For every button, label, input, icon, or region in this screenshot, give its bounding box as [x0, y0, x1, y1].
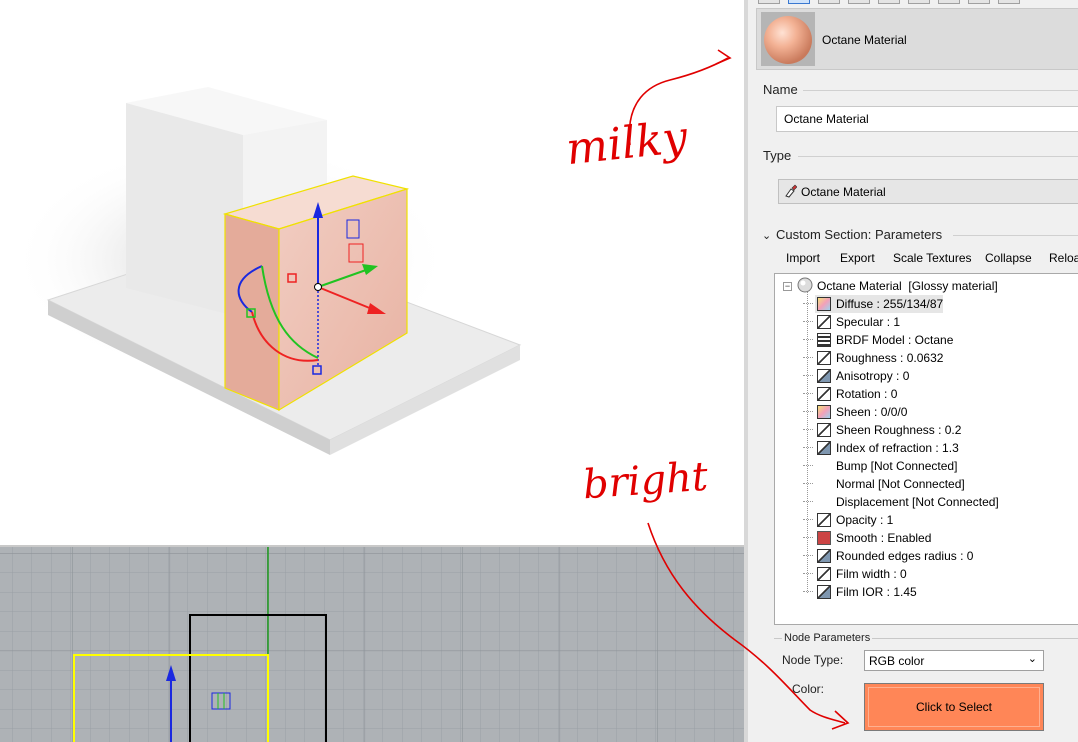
material-sphere-icon	[797, 277, 813, 293]
toolbar-button[interactable]	[998, 0, 1020, 4]
paint-brush-icon	[785, 184, 797, 198]
divider	[798, 156, 1078, 157]
chevron-down-icon: ⌄	[1027, 653, 1037, 665]
scale-textures-button[interactable]: Scale Textures	[893, 251, 972, 265]
tree-item[interactable]: Anisotropy : 0	[803, 367, 910, 385]
tree-item[interactable]: Index of refraction : 1.3	[803, 439, 959, 457]
blank-icon	[817, 477, 831, 491]
bright-annotation-arrow	[647, 522, 850, 730]
tree-connector	[803, 357, 813, 358]
tree-item[interactable]: Bump [Not Connected]	[803, 457, 958, 475]
color-select-label: Click to Select	[868, 687, 1040, 727]
gradient-icon	[817, 297, 831, 311]
tree-connector	[803, 447, 813, 448]
tree-item-label: Specular : 1	[836, 315, 901, 329]
material-preview-thumbnail	[761, 12, 815, 66]
toolbar-button[interactable]	[968, 0, 990, 4]
node-type-value: RGB color	[869, 654, 925, 668]
tree-item[interactable]: BRDF Model : Octane	[803, 331, 954, 349]
tree-root[interactable]: Octane Material [Glossy material]	[797, 277, 998, 295]
tree-connector	[803, 375, 813, 376]
tree-connector	[803, 465, 813, 466]
toolbar-button[interactable]	[908, 0, 930, 4]
type-value: Octane Material	[801, 185, 886, 199]
tree-item-label: BRDF Model : Octane	[836, 333, 954, 347]
type-label: Type	[763, 148, 792, 163]
float-icon	[817, 423, 831, 437]
reload-button[interactable]: Reload	[1049, 251, 1078, 265]
custom-section-title: Custom Section: Parameters	[776, 227, 943, 242]
tree-item[interactable]: Displacement [Not Connected]	[803, 493, 999, 511]
name-field[interactable]: Octane Material	[776, 106, 1078, 132]
tree-item-label: Roughness : 0.0632	[836, 351, 944, 365]
export-button[interactable]: Export	[840, 251, 875, 265]
tree-item-label: Diffuse : 255/134/87	[836, 297, 944, 311]
type-selector[interactable]: Octane Material	[778, 179, 1078, 204]
tree-item[interactable]: Normal [Not Connected]	[803, 475, 965, 493]
top-view-grid[interactable]	[0, 547, 744, 742]
tree-connector	[803, 429, 813, 430]
divider	[803, 90, 1078, 91]
toolbar-button[interactable]	[818, 0, 840, 4]
tree-item-label: Rotation : 0	[836, 387, 898, 401]
enum-icon	[817, 333, 831, 347]
float-icon	[817, 315, 831, 329]
collapse-button[interactable]: Collapse	[985, 251, 1032, 265]
float-icon	[817, 351, 831, 365]
tree-connector	[803, 393, 813, 394]
tree-connector	[803, 501, 813, 502]
node-type-select[interactable]: RGB color ⌄	[864, 650, 1044, 671]
tree-connector	[803, 321, 813, 322]
top-viewport[interactable]	[0, 545, 744, 742]
collapse-toggle-icon[interactable]: −	[783, 282, 792, 291]
toolbar-button-active[interactable]	[788, 0, 810, 4]
tree-item[interactable]: Roughness : 0.0632	[803, 349, 944, 367]
gradient-icon	[817, 405, 831, 419]
tree-item-label: Index of refraction : 1.3	[836, 441, 959, 455]
material-header[interactable]: Octane Material	[756, 8, 1078, 70]
tree-item[interactable]: Specular : 1	[803, 313, 901, 331]
blank-icon	[817, 495, 831, 509]
blank-icon	[817, 459, 831, 473]
tree-item[interactable]: Rotation : 0	[803, 385, 898, 403]
toolbar-button[interactable]	[758, 0, 780, 4]
import-button[interactable]: Import	[786, 251, 820, 265]
toolbar-button[interactable]	[938, 0, 960, 4]
curve-icon	[817, 441, 831, 455]
tree-item-label: Sheen Roughness : 0.2	[836, 423, 962, 437]
custom-section-header[interactable]: ⌄ Custom Section: Parameters	[762, 227, 942, 242]
tree-item-label: Bump [Not Connected]	[836, 459, 958, 473]
tree-item-label: Normal [Not Connected]	[836, 477, 965, 491]
tree-connector	[803, 339, 813, 340]
tree-connector	[803, 303, 813, 304]
color-select-button[interactable]: Click to Select	[864, 683, 1044, 731]
tree-item-label: Sheen : 0/0/0	[836, 405, 908, 419]
bright-annotation: bright	[581, 453, 710, 509]
chevron-down-icon: ⌄	[762, 230, 772, 242]
toolbar-button[interactable]	[848, 0, 870, 4]
tree-item[interactable]: Diffuse : 255/134/87	[803, 295, 944, 313]
material-header-title: Octane Material	[822, 33, 907, 47]
tree-connector	[803, 483, 813, 484]
perspective-viewport[interactable]: milky bright	[0, 0, 744, 545]
tree-item-label: Anisotropy : 0	[836, 369, 910, 383]
tree-item[interactable]: Sheen : 0/0/0	[803, 403, 908, 421]
tree-item[interactable]: Sheen Roughness : 0.2	[803, 421, 962, 439]
divider	[953, 235, 1078, 236]
float-icon	[817, 387, 831, 401]
tree-item-label: Displacement [Not Connected]	[836, 495, 999, 509]
curve-icon	[817, 369, 831, 383]
tree-connector	[803, 411, 813, 412]
toolbar-button[interactable]	[878, 0, 900, 4]
name-label: Name	[763, 82, 798, 97]
